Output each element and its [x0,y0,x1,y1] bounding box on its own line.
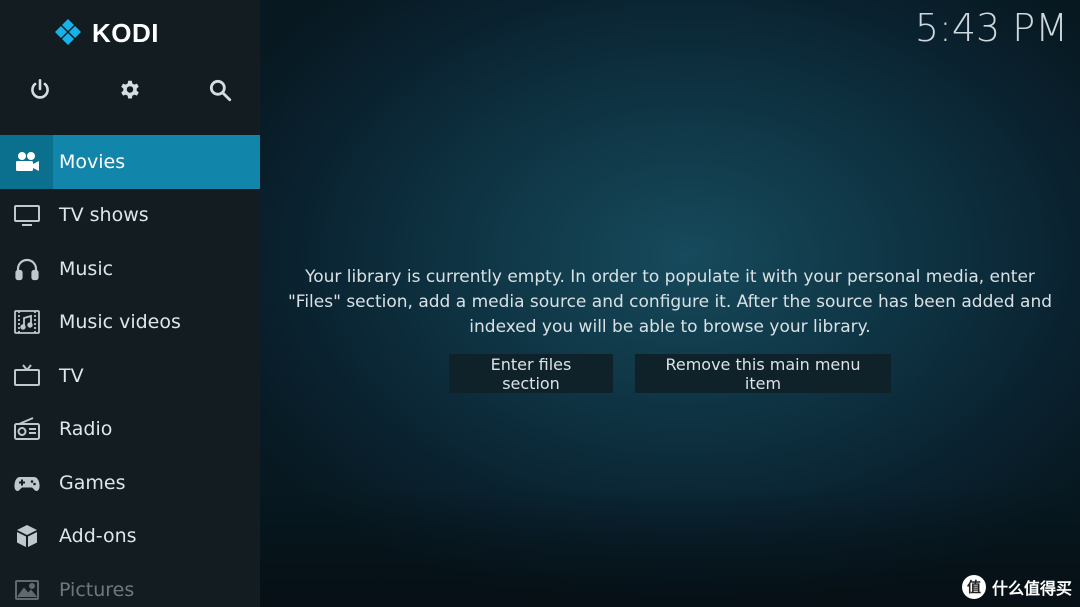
menu-item-games[interactable]: Games [0,456,260,510]
watermark-badge: 值 [961,575,986,599]
gamepad-icon [0,456,53,510]
menu-item-label: Add-ons [59,525,137,548]
menu-item-music-videos[interactable]: Music videos [0,296,260,350]
movie-camera-icon [0,135,53,189]
empty-library-message: Your library is currently empty. In orde… [287,267,1053,337]
clock: 5:43 PM [914,6,1068,50]
menu-item-label: Music videos [59,311,181,334]
menu-item-label: Games [59,471,126,494]
enter-files-section-button[interactable]: Enter files section [449,354,613,393]
radio-icon [0,403,53,457]
addons-box-icon [0,510,53,564]
menu-item-label: Movies [59,150,126,173]
power-icon [31,78,49,99]
top-icon-bar [0,68,260,112]
sidebar: KODI Movies TV shows Music Music videos … [0,0,260,607]
menu-item-radio[interactable]: Radio [0,403,260,457]
app-name: KODI [92,17,159,48]
menu-item-music[interactable]: Music [0,242,260,296]
watermark-text: 什么值得买 [991,579,1072,598]
headphones-icon [0,242,53,296]
menu-item-label: TV shows [59,204,149,227]
kodi-logo-icon [55,19,81,45]
remove-menu-item-button[interactable]: Remove this main menu item [635,354,891,393]
main-panel: 5:43 PM Your library is currently empty.… [260,0,1080,607]
power-button[interactable] [18,68,62,112]
monitor-icon [0,189,53,243]
menu-item-label: Radio [59,418,113,441]
menu-item-pictures[interactable]: Pictures [0,563,260,607]
menu-item-label: Music [59,257,114,280]
menu-item-add-ons[interactable]: Add-ons [0,510,260,564]
action-buttons: Enter files section Remove this main men… [260,354,1080,393]
menu-item-tv[interactable]: TV [0,349,260,403]
tv-icon [0,349,53,403]
picture-icon [0,563,53,607]
main-menu: Movies TV shows Music Music videos TV Ra… [0,135,260,607]
music-video-icon [0,296,53,350]
menu-item-tv-shows[interactable]: TV shows [0,189,260,243]
kodi-app: KODI Movies TV shows Music Music videos … [0,0,1080,607]
search-icon [209,79,232,102]
gear-icon [121,80,139,99]
kodi-logo[interactable]: KODI [52,16,159,50]
menu-item-label: TV [59,364,84,387]
menu-item-movies[interactable]: Movies [0,135,260,189]
menu-item-label: Pictures [59,578,135,601]
settings-button[interactable] [108,68,152,112]
watermark: 值 什么值得买 [961,575,1072,599]
search-button[interactable] [198,68,242,112]
